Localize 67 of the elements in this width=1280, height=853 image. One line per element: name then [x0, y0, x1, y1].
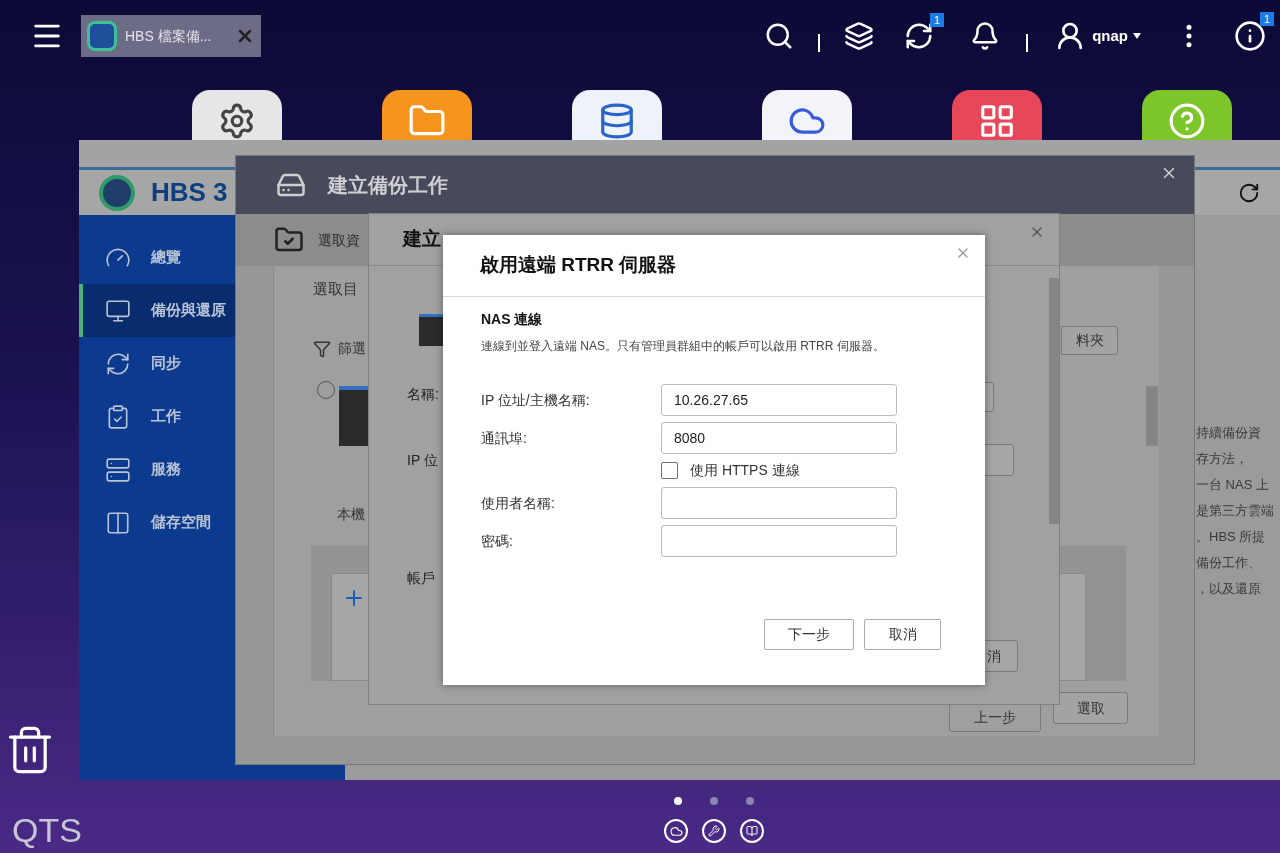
- open-app-tab[interactable]: HBS 檔案備...: [81, 15, 261, 57]
- description-line: 備份工作、: [1196, 554, 1262, 572]
- filter-icon[interactable]: [313, 340, 331, 358]
- sidebar-item[interactable]: 總覽: [79, 231, 235, 284]
- field-label: 帳戶: [407, 569, 435, 588]
- hbs-logo-icon: [87, 21, 117, 51]
- field-label: 使用者名稱:: [481, 493, 556, 513]
- app-title: HBS 3: [151, 176, 228, 209]
- hbs-logo-icon: [99, 174, 135, 211]
- description-line: 。HBS 所提: [1196, 528, 1267, 546]
- sync-icon: [105, 350, 131, 377]
- device-label: 本機: [337, 505, 365, 524]
- checkbox-label[interactable]: 使用 HTTPS 連線: [690, 460, 800, 481]
- refresh-icon[interactable]: [1238, 181, 1260, 204]
- dialog-button[interactable]: 取消: [864, 619, 941, 650]
- wrench-icon[interactable]: [702, 819, 726, 843]
- sidebar-item[interactable]: 備份與還原: [79, 284, 235, 337]
- server-icon: [105, 456, 131, 483]
- notification-badge: 1: [930, 13, 945, 27]
- tab-label: HBS 檔案備...: [125, 26, 212, 46]
- folder-button[interactable]: 料夾: [1061, 326, 1118, 355]
- dialog-title: 啟用遠端 RTRR 伺服器: [480, 253, 677, 278]
- filter-label[interactable]: 篩選: [338, 338, 366, 359]
- input-field[interactable]: 10.26.27.65: [661, 384, 897, 416]
- gear-app-icon[interactable]: [192, 90, 282, 140]
- nas-device-icon: [339, 386, 369, 446]
- description-line: ，以及還原: [1196, 580, 1262, 598]
- description-line: 存方法，: [1196, 450, 1249, 468]
- field-label: IP 位: [407, 451, 438, 470]
- caret-icon[interactable]: [1133, 33, 1141, 39]
- info-icon[interactable]: [1234, 20, 1266, 52]
- sidebar-item[interactable]: 同步: [79, 337, 235, 390]
- checkbox[interactable]: [661, 462, 678, 479]
- dialog-button[interactable]: 下一步: [764, 619, 854, 650]
- folder-app-icon[interactable]: [382, 90, 472, 140]
- section-title: NAS 連線: [481, 310, 544, 329]
- field-label: IP 位址/主機名稱:: [481, 390, 591, 410]
- field-label: 名稱:: [407, 385, 439, 404]
- description-line: 是第三方雲端: [1196, 502, 1275, 520]
- sidebar-item[interactable]: 工作: [79, 390, 235, 443]
- select-button[interactable]: 選取: [1053, 692, 1128, 724]
- help-app-icon[interactable]: [1142, 90, 1232, 140]
- columns-icon: [105, 509, 131, 536]
- tiles-app-icon[interactable]: [952, 90, 1042, 140]
- window-title: 建立: [403, 227, 441, 252]
- user-name[interactable]: qnap: [1092, 24, 1128, 48]
- sidebar-item[interactable]: 儲存空間: [79, 496, 235, 549]
- sync-icon[interactable]: [904, 21, 935, 51]
- monitor-icon: [105, 297, 131, 324]
- description-text: 連線到並登入遠端 NAS。只有管理員群組中的帳戶可以啟用 RTRR 伺服器。: [481, 338, 886, 355]
- window-title: 建立備份工作: [328, 173, 448, 198]
- input-field[interactable]: [661, 525, 897, 557]
- cloud-app-icon[interactable]: [762, 90, 852, 140]
- stack-icon[interactable]: [844, 21, 875, 51]
- notification-badge: 1: [1259, 12, 1274, 26]
- field-label: 通訊埠:: [481, 428, 528, 448]
- section-heading: 選取目: [313, 279, 358, 299]
- input-field[interactable]: 8080: [661, 422, 897, 454]
- book-icon[interactable]: [740, 819, 764, 843]
- input-field[interactable]: [661, 487, 897, 519]
- database-app-icon[interactable]: [572, 90, 662, 140]
- brand-text: QTS: [12, 810, 82, 850]
- cloud-icon[interactable]: [664, 819, 688, 843]
- sidebar-item[interactable]: 服務: [79, 443, 235, 496]
- description-line: 持續備份資: [1196, 424, 1262, 442]
- field-label: 密碼:: [481, 531, 514, 551]
- step-label: 選取資: [318, 230, 360, 250]
